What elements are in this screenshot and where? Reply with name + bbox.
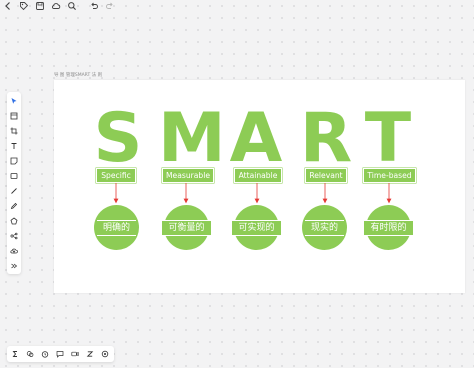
save-icon[interactable]	[32, 0, 48, 12]
smart-letter: M	[158, 99, 226, 178]
circle-label: 可实现的	[232, 220, 281, 236]
text-icon[interactable]	[7, 140, 21, 152]
bottom-toolbar	[7, 346, 114, 362]
cloud-icon[interactable]	[48, 0, 64, 12]
frame-icon[interactable]	[7, 110, 21, 122]
smart-label: Attainable	[234, 168, 282, 183]
shape-icon[interactable]	[7, 215, 21, 227]
pen-icon[interactable]	[7, 200, 21, 212]
more-icon[interactable]	[7, 260, 21, 272]
search-icon[interactable]	[64, 0, 80, 12]
tag-icon[interactable]	[16, 0, 32, 12]
canvas-title: 导 图 管理SMART 法 则	[54, 73, 103, 78]
circle-label: 现实的	[305, 220, 344, 236]
smart-letter: T	[364, 99, 412, 178]
smart-label: Specific	[96, 168, 136, 183]
video-icon[interactable]	[69, 346, 81, 362]
smart-label: Measurable	[162, 168, 214, 183]
settings-icon[interactable]	[99, 346, 111, 362]
upload-icon[interactable]	[7, 245, 21, 257]
chat-icon[interactable]	[54, 346, 66, 362]
left-toolbar	[7, 92, 21, 274]
comment-icon[interactable]	[24, 346, 36, 362]
smart-letter: A	[229, 99, 283, 178]
circle-label: 明确的	[97, 220, 136, 236]
mindmap-icon[interactable]	[7, 230, 21, 242]
sticky-note-icon[interactable]	[7, 155, 21, 167]
rectangle-icon[interactable]	[7, 170, 21, 182]
smart-letter: S	[93, 99, 143, 178]
z-icon[interactable]	[84, 346, 96, 362]
crop-icon[interactable]	[7, 125, 21, 137]
select-icon[interactable]	[7, 95, 21, 107]
smart-label: Time-based	[363, 168, 416, 183]
timer-icon[interactable]	[39, 346, 51, 362]
smart-letter: R	[299, 99, 353, 178]
smart-label: Relevant	[305, 168, 347, 183]
line-icon[interactable]	[7, 185, 21, 197]
circle-label: 有时限的	[364, 220, 413, 236]
top-toolbar	[0, 0, 118, 12]
circle-label: 可衡量的	[162, 220, 211, 236]
undo-icon[interactable]	[86, 0, 102, 12]
template-icon[interactable]	[9, 346, 21, 362]
back-icon[interactable]	[0, 0, 16, 12]
redo-icon[interactable]	[102, 0, 118, 12]
